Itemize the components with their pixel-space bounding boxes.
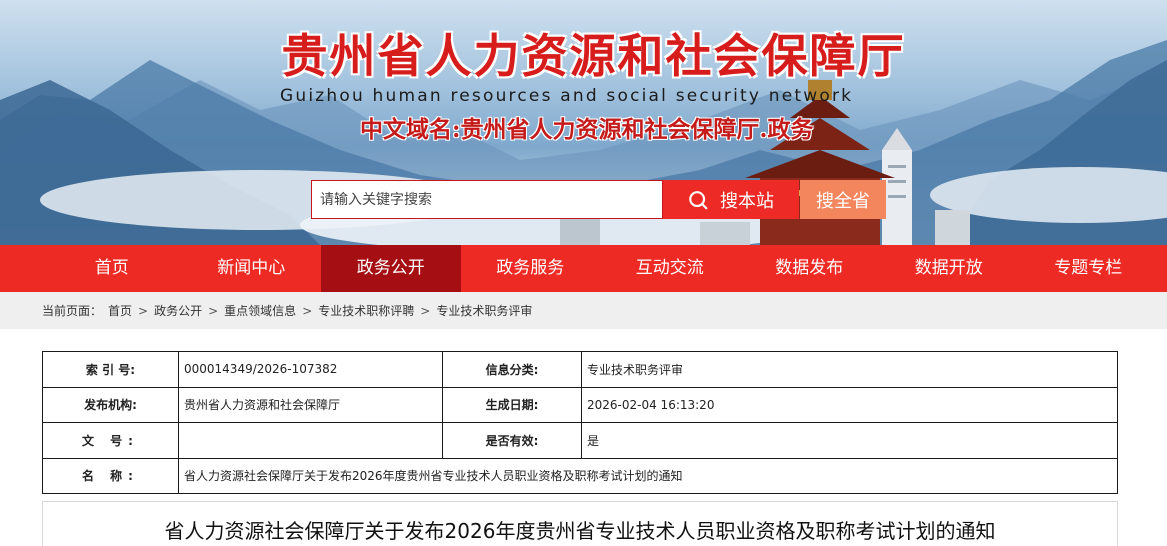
docno-label: 文 号: bbox=[42, 422, 179, 459]
docno-value bbox=[178, 422, 443, 459]
search-site-button[interactable]: 搜本站 bbox=[663, 180, 799, 219]
nav-item-services[interactable]: 政务服务 bbox=[461, 245, 601, 292]
breadcrumb-item-title-evaluation[interactable]: 专业技术职称评聘 bbox=[318, 302, 414, 319]
valid-value: 是 bbox=[581, 422, 1118, 459]
table-row: 文 号: 是否有效: 是 bbox=[42, 422, 1118, 459]
publisher-value: 贵州省人力资源和社会保障厅 bbox=[178, 386, 443, 423]
breadcrumb-separator: > bbox=[208, 303, 219, 318]
date-value: 2026-02-04 16:13:20 bbox=[581, 386, 1118, 423]
breadcrumb-item-key-areas[interactable]: 重点领域信息 bbox=[224, 302, 296, 319]
name-value: 省人力资源社会保障厅关于发布2026年度贵州省专业技术人员职业资格及职称考试计划… bbox=[178, 457, 1118, 494]
search-site-label: 搜本站 bbox=[720, 190, 774, 212]
name-label: 名 称: bbox=[42, 457, 179, 494]
nav-item-open-data[interactable]: 数据开放 bbox=[879, 245, 1019, 292]
article-title: 省人力资源社会保障厅关于发布2026年度贵州省专业技术人员职业资格及职称考试计划… bbox=[164, 519, 996, 543]
nav-item-interaction[interactable]: 互动交流 bbox=[600, 245, 740, 292]
search-input[interactable] bbox=[311, 180, 663, 219]
search-all-button[interactable]: 搜全省 bbox=[800, 180, 886, 219]
domain-line: 中文域名:贵州省人力资源和社会保障厅.政务 bbox=[360, 116, 814, 143]
article-container: 省人力资源社会保障厅关于发布2026年度贵州省专业技术人员职业资格及职称考试计划… bbox=[42, 501, 1118, 546]
breadcrumb: 当前页面： 首页 > 政务公开 > 重点领域信息 > 专业技术职称评聘 > 专业… bbox=[0, 292, 1167, 329]
nav-item-data-release[interactable]: 数据发布 bbox=[740, 245, 880, 292]
valid-label: 是否有效: bbox=[442, 422, 582, 459]
breadcrumb-prefix: 当前页面： bbox=[42, 304, 103, 318]
category-value: 专业技术职务评审 bbox=[581, 351, 1118, 388]
main-nav: 首页 新闻中心 政务公开 政务服务 互动交流 数据发布 数据开放 专题专栏 bbox=[0, 245, 1167, 292]
site-subtitle: Guizhou human resources and social secur… bbox=[280, 86, 854, 106]
breadcrumb-item-home[interactable]: 首页 bbox=[108, 302, 132, 319]
breadcrumb-separator: > bbox=[420, 303, 431, 318]
breadcrumb-separator: > bbox=[302, 303, 313, 318]
document-info-table: 索 引 号: 000014349/2026-107382 信息分类: 专业技术职… bbox=[42, 351, 1118, 494]
breadcrumb-separator: > bbox=[138, 303, 149, 318]
search-icon bbox=[689, 190, 708, 209]
nav-item-home[interactable]: 首页 bbox=[42, 245, 182, 292]
nav-item-news[interactable]: 新闻中心 bbox=[182, 245, 322, 292]
breadcrumb-item-title-review[interactable]: 专业技术职务评审 bbox=[436, 302, 532, 319]
header-banner: 贵州省人力资源和社会保障厅 Guizhou human resources an… bbox=[0, 0, 1167, 245]
index-label: 索 引 号: bbox=[42, 351, 179, 388]
category-label: 信息分类: bbox=[442, 351, 582, 388]
index-value: 000014349/2026-107382 bbox=[178, 351, 443, 388]
publisher-label: 发布机构: bbox=[42, 386, 179, 423]
site-title: 贵州省人力资源和社会保障厅 bbox=[281, 29, 906, 83]
nav-item-gov-affairs[interactable]: 政务公开 bbox=[321, 245, 461, 292]
date-label: 生成日期: bbox=[442, 386, 582, 423]
table-row: 名 称: 省人力资源社会保障厅关于发布2026年度贵州省专业技术人员职业资格及职… bbox=[42, 457, 1118, 494]
breadcrumb-item-gov-affairs[interactable]: 政务公开 bbox=[154, 302, 202, 319]
nav-item-topics[interactable]: 专题专栏 bbox=[1019, 245, 1159, 292]
table-row: 发布机构: 贵州省人力资源和社会保障厅 生成日期: 2026-02-04 16:… bbox=[42, 386, 1118, 423]
table-row: 索 引 号: 000014349/2026-107382 信息分类: 专业技术职… bbox=[42, 351, 1118, 388]
